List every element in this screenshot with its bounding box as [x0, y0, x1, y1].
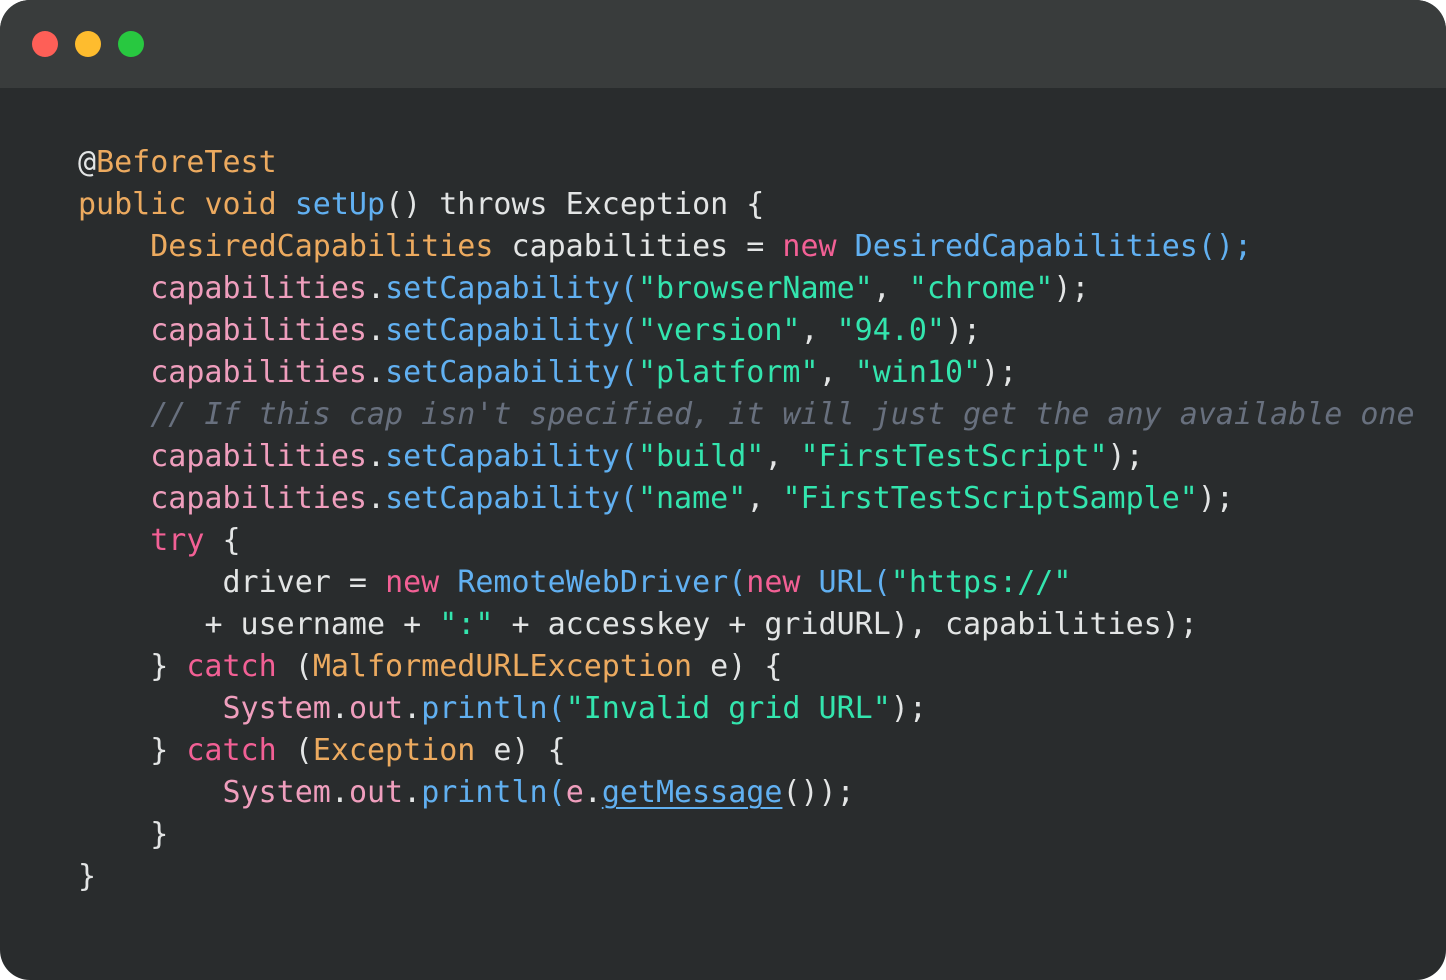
code-line: capabilities.setCapability("platform", "… [78, 352, 1426, 394]
code-line: + username + ":" + accesskey + gridURL),… [78, 604, 1426, 646]
code-line: @BeforeTest [78, 142, 1426, 184]
code-line: // If this cap isn't specified, it will … [78, 394, 1426, 436]
code-line: } catch (MalformedURLException e) { [78, 646, 1426, 688]
code-line: } catch (Exception e) { [78, 730, 1426, 772]
code-window: @BeforeTestpublic void setUp() throws Ex… [0, 0, 1446, 980]
code-line: } [78, 814, 1426, 856]
code-line: capabilities.setCapability("version", "9… [78, 310, 1426, 352]
code-line: driver = new RemoteWebDriver(new URL("ht… [78, 562, 1426, 604]
code-line: DesiredCapabilities capabilities = new D… [78, 226, 1426, 268]
title-bar [0, 0, 1446, 88]
code-line: try { [78, 520, 1426, 562]
code-line: System.out.println("Invalid grid URL"); [78, 688, 1426, 730]
code-line: capabilities.setCapability("browserName"… [78, 268, 1426, 310]
code-line: System.out.println(e.getMessage()); [78, 772, 1426, 814]
code-line: capabilities.setCapability("build", "Fir… [78, 436, 1426, 478]
minimize-button[interactable] [75, 31, 101, 57]
code-line: public void setUp() throws Exception { [78, 184, 1426, 226]
code-editor: @BeforeTestpublic void setUp() throws Ex… [0, 88, 1446, 980]
code-line: capabilities.setCapability("name", "Firs… [78, 478, 1426, 520]
close-button[interactable] [32, 31, 58, 57]
zoom-button[interactable] [118, 31, 144, 57]
code-line: } [78, 856, 1426, 898]
